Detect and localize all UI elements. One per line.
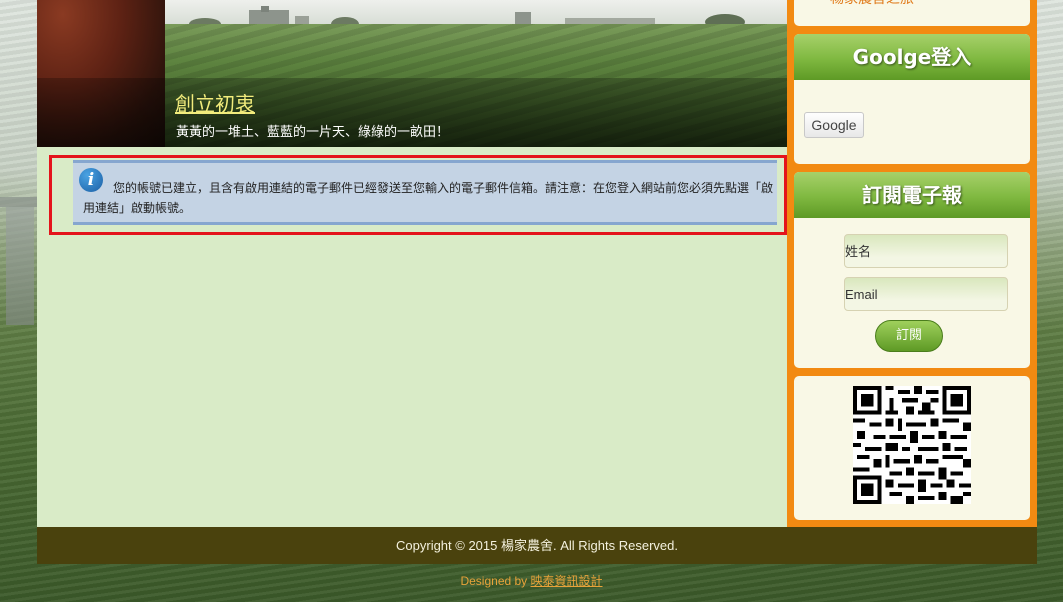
banner-subtitle: 黃黃的一堆土、藍藍的一片天、綠綠的一畝田！ — [176, 125, 450, 140]
sidebar: 楊家農舍之旅 Goolge登入 Google 訂閱電子報 姓名 Email 訂閱 — [787, 0, 1037, 527]
subscribe-button[interactable]: 訂閱 — [875, 320, 943, 352]
hero-banner: 創立初衷 黃黃的一堆土、藍藍的一片天、綠綠的一畝田！ — [37, 0, 787, 147]
google-login-box: Goolge登入 Google — [794, 34, 1030, 164]
sidebar-tour-link[interactable]: 楊家農舍之旅 — [830, 0, 914, 8]
footer-copyright: Copyright © 2015 楊家農舍. All Rights Reserv… — [37, 527, 1037, 564]
newsletter-title: 訂閱電子報 — [794, 172, 1030, 218]
google-login-button[interactable]: Google — [804, 112, 864, 138]
designer-link[interactable]: 映泰資訊設計 — [531, 574, 603, 588]
sidebar-box-tour: 楊家農舍之旅 — [794, 0, 1030, 26]
newsletter-box: 訂閱電子報 姓名 Email 訂閱 — [794, 172, 1030, 368]
qr-code-image — [853, 386, 971, 504]
page-wrapper: 創立初衷 黃黃的一堆土、藍藍的一片天、綠綠的一畝田！ i 您的帳號已建立，且含有… — [37, 0, 1037, 564]
notice-message: 您的帳號已建立，且含有啟用連結的電子郵件已經發送至您輸入的電子郵件信箱。請注意：… — [83, 181, 774, 215]
account-created-notice: i 您的帳號已建立，且含有啟用連結的電子郵件已經發送至您輸入的電子郵件信箱。請注… — [73, 160, 777, 225]
background-tower — [0, 197, 40, 325]
google-login-title: Goolge登入 — [794, 34, 1030, 80]
qr-code-box — [794, 376, 1030, 520]
banner-title-link[interactable]: 創立初衷 — [175, 88, 255, 117]
designed-by-prefix: Designed by — [460, 574, 531, 588]
designed-by: Designed by 映泰資訊設計 — [0, 572, 1063, 589]
name-input[interactable]: 姓名 — [844, 234, 1008, 268]
email-input[interactable]: Email — [844, 277, 1008, 311]
main-content: 創立初衷 黃黃的一堆土、藍藍的一片天、綠綠的一畝田！ i 您的帳號已建立，且含有… — [37, 0, 787, 527]
